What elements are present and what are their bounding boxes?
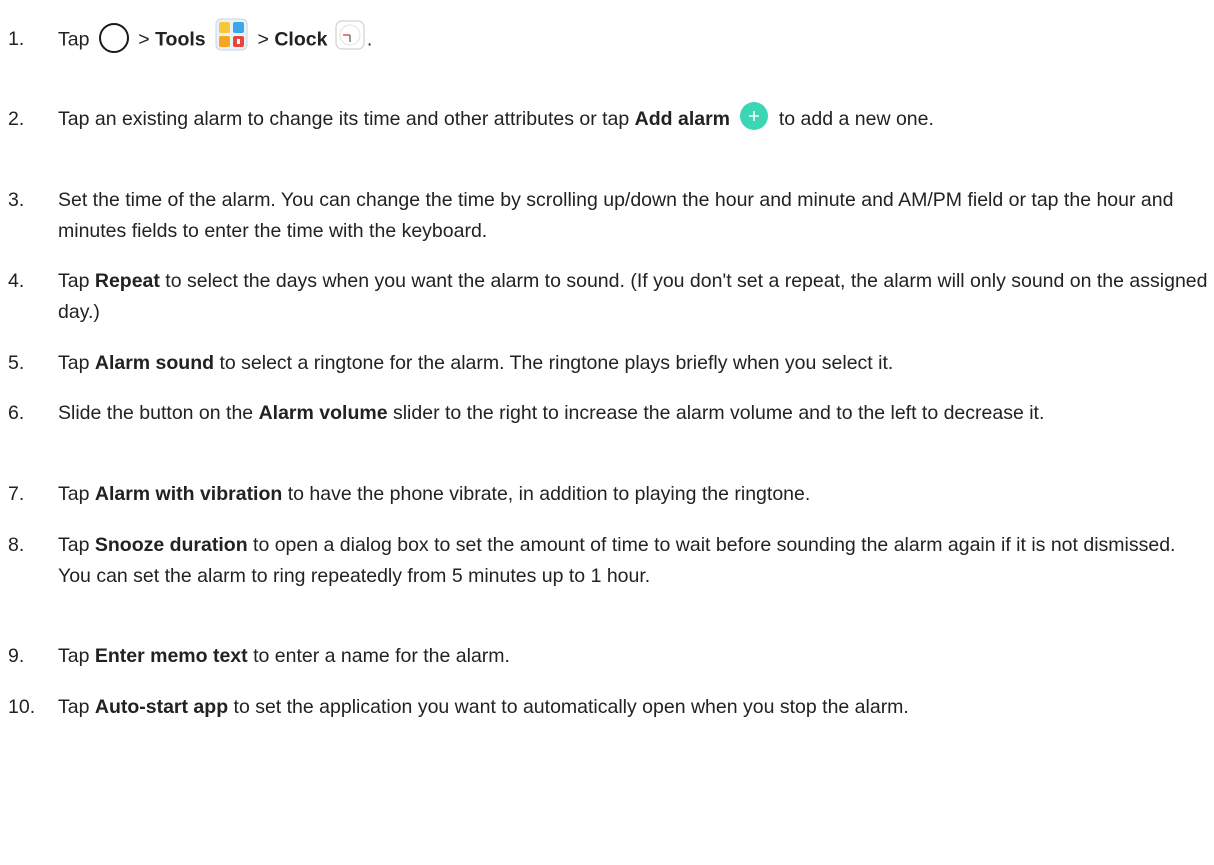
step-text: Tap > Tools > Clock .	[58, 18, 1208, 57]
step-number: 1.	[8, 28, 25, 50]
add-alarm-plus-icon	[739, 101, 769, 131]
alarm-volume-label: Alarm volume	[258, 402, 388, 424]
step-text: Tap Auto-start app to set the applicatio…	[58, 696, 909, 718]
alarm-vibration-label: Alarm with vibration	[94, 483, 283, 505]
snooze-duration-label: Snooze duration	[94, 534, 248, 556]
step-text: Tap Alarm sound to select a ringtone for…	[58, 352, 894, 374]
tools-folder-icon	[215, 18, 248, 51]
step-text: Tap Snooze duration to open a dialog box…	[58, 534, 1176, 587]
step-number: 6.	[8, 402, 25, 424]
step-number: 4.	[8, 270, 25, 292]
step-text: Slide the button on the Alarm volume sli…	[58, 402, 1045, 424]
step-number: 7.	[8, 483, 25, 505]
step-text: Tap Enter memo text to enter a name for …	[58, 645, 510, 667]
step-number: 9.	[8, 645, 25, 667]
step-number: 10.	[8, 696, 36, 718]
step-text: Tap Repeat to select the days when you w…	[58, 270, 1208, 323]
auto-start-app-label: Auto-start app	[94, 696, 229, 718]
step-number: 2.	[8, 108, 25, 130]
step-text: Tap an existing alarm to change its time…	[58, 101, 1208, 135]
home-circle-icon	[98, 22, 129, 53]
tools-label: Tools	[155, 28, 206, 51]
memo-text-label: Enter memo text	[94, 645, 248, 667]
clock-app-icon	[335, 19, 365, 50]
step-number: 8.	[8, 534, 25, 556]
add-alarm-label: Add alarm	[634, 108, 731, 130]
step-number: 5.	[8, 352, 25, 374]
repeat-label: Repeat	[94, 270, 160, 292]
step-number: 3.	[8, 189, 25, 211]
step-text: Tap Alarm with vibration to have the pho…	[58, 483, 811, 505]
instruction-document: 1. Tap > Tools > Clock . 2. Tap an exist…	[0, 0, 1214, 865]
alarm-sound-label: Alarm sound	[94, 352, 215, 374]
step-text: Set the time of the alarm. You can chang…	[58, 189, 1174, 242]
clock-label: Clock	[274, 28, 328, 51]
